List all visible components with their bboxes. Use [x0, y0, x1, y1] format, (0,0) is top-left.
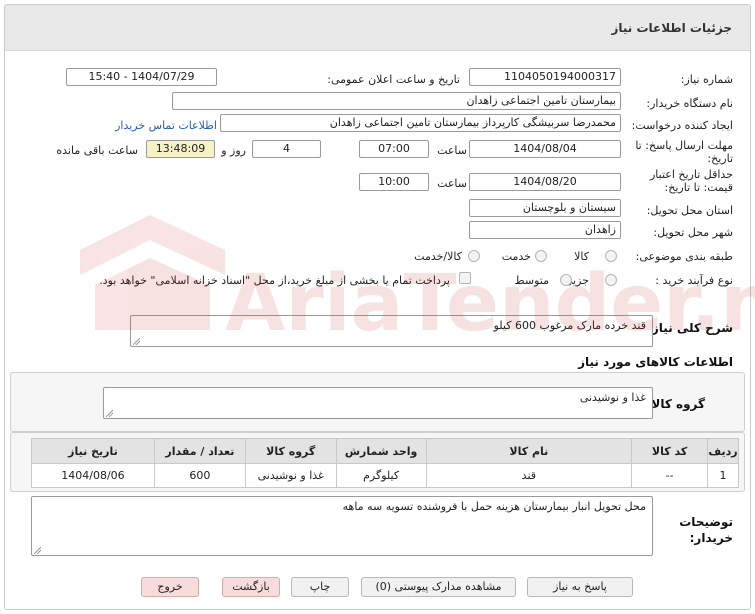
goods-group-text: غذا و نوشیدنی — [579, 391, 646, 404]
cell-date: 1404/08/06 — [31, 463, 155, 488]
items-table: ردیف کد کالا نام کالا واحد شمارش گروه کا… — [31, 438, 739, 488]
page-title: جزئیات اطلاعات نیاز — [611, 21, 732, 35]
reply-button[interactable]: پاسخ به نیاز — [527, 577, 633, 597]
requester-field: محمدرضا سربیشگی کارپرداز بیمارستان تامین… — [220, 114, 621, 132]
deadline-date-field: 1404/08/04 — [469, 140, 621, 158]
deadline-time-field: 07:00 — [359, 140, 429, 158]
validity-date-field: 1404/08/20 — [469, 173, 621, 191]
window-header: جزئیات اطلاعات نیاز — [5, 5, 750, 51]
announce-label: تاریخ و ساعت اعلان عمومی: — [327, 73, 460, 86]
process-minor-radio[interactable] — [605, 274, 617, 286]
buyer-notes-text: محل تحویل انبار بیمارستان هزینه حمل با ف… — [342, 500, 646, 513]
deadline-days-label: روز و — [221, 144, 246, 157]
need-number-field: 1104050194000317 — [469, 68, 621, 86]
process-medium-radio[interactable] — [560, 274, 572, 286]
category-goods-label: کالا — [574, 250, 589, 263]
validity-label-line1: حداقل تاریخ اعتبار — [649, 168, 733, 181]
cell-unit: کیلوگرم — [335, 463, 427, 488]
col-header-qty: تعداد / مقدار — [153, 438, 246, 464]
deadline-time-label: ساعت — [437, 144, 467, 157]
validity-time-field: 10:00 — [359, 173, 429, 191]
table-row: 1 -- قند کیلوگرم غذا و نوشیدنی 600 1404/… — [31, 463, 739, 488]
need-number-label: شماره نیاز: — [680, 73, 733, 86]
buyer-contact-link[interactable]: اطلاعات تماس خریدار — [115, 119, 217, 132]
description-textarea[interactable]: قند خرده مارک مرغوب 600 کیلو — [130, 315, 653, 347]
treasury-payment-note: پرداخت تمام یا بخشی از مبلغ خرید،از محل … — [99, 274, 450, 287]
print-button[interactable]: چاپ — [291, 577, 349, 597]
col-header-group: گروه کالا — [244, 438, 337, 464]
city-field: زاهدان — [469, 221, 621, 239]
goods-info-heading: اطلاعات کالاهای مورد نیاز — [578, 355, 733, 369]
col-header-code: کد کالا — [631, 438, 709, 464]
exit-button[interactable]: خروج — [141, 577, 199, 597]
deadline-days-field: 4 — [252, 140, 321, 158]
col-header-name: نام کالا — [425, 438, 633, 464]
process-medium-label: متوسط — [514, 274, 549, 287]
attached-docs-button[interactable]: مشاهده مدارک پیوستی (0) — [361, 577, 516, 597]
resize-grip-icon[interactable] — [132, 337, 140, 345]
requester-label: ایجاد کننده درخواست: — [631, 119, 733, 132]
buyer-notes-label-line2: خریدار: — [689, 531, 733, 545]
cell-row: 1 — [707, 463, 739, 488]
validity-label-line2: قیمت: تا تاریخ: — [664, 181, 733, 194]
goods-group-textarea[interactable]: غذا و نوشیدنی — [103, 387, 653, 419]
remaining-time-field: 13:48:09 — [146, 140, 215, 158]
col-header-row: ردیف — [707, 438, 739, 464]
resize-grip-icon[interactable] — [105, 409, 113, 417]
buyer-label: نام دستگاه خریدار: — [646, 97, 733, 110]
description-label: شرح کلی نیاز: — [647, 321, 733, 335]
buyer-field: بیمارستان تامین اجتماعی زاهدان — [172, 92, 621, 110]
announce-datetime-field: 1404/07/29 - 15:40 — [66, 68, 217, 86]
description-text: قند خرده مارک مرغوب 600 کیلو — [493, 319, 646, 332]
category-goods-radio[interactable] — [605, 250, 617, 262]
col-header-date: تاریخ نیاز — [31, 438, 155, 464]
items-table-header: ردیف کد کالا نام کالا واحد شمارش گروه کا… — [31, 438, 739, 464]
treasury-payment-checkbox[interactable] — [459, 272, 471, 284]
col-header-unit: واحد شمارش — [335, 438, 427, 464]
category-service-label: خدمت — [501, 250, 531, 263]
buyer-notes-textarea[interactable]: محل تحویل انبار بیمارستان هزینه حمل با ف… — [31, 496, 653, 556]
resize-grip-icon[interactable] — [33, 546, 41, 554]
back-button[interactable]: بازگشت — [222, 577, 280, 597]
cell-group: غذا و نوشیدنی — [244, 463, 337, 488]
deadline-label-line2: تاریخ: — [707, 152, 733, 165]
validity-time-label: ساعت — [437, 177, 467, 190]
goods-group-label: گروه کالا: — [646, 397, 705, 411]
province-label: استان محل تحویل: — [646, 204, 733, 217]
process-label: نوع فرآیند خرید : — [655, 274, 733, 287]
deadline-label-line1: مهلت ارسال پاسخ: تا — [635, 139, 733, 152]
city-label: شهر محل تحویل: — [653, 226, 733, 239]
category-service-radio[interactable] — [535, 250, 547, 262]
cell-code: -- — [631, 463, 709, 488]
category-label: طبقه بندی موضوعی: — [635, 250, 733, 263]
remaining-label: ساعت باقی مانده — [56, 144, 138, 157]
province-field: سیستان و بلوچستان — [469, 199, 621, 217]
category-both-label: کالا/خدمت — [414, 250, 462, 263]
cell-name: قند — [425, 463, 633, 488]
cell-qty: 600 — [153, 463, 246, 488]
category-both-radio[interactable] — [468, 250, 480, 262]
buyer-notes-label-line1: توضیحات — [679, 515, 733, 529]
